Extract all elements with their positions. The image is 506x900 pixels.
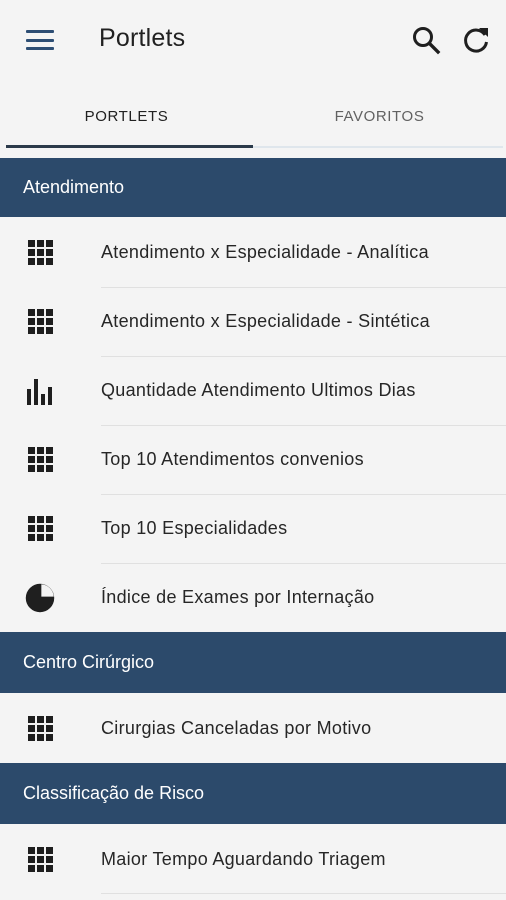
grid-icon bbox=[24, 844, 56, 876]
list-item[interactable]: Top 10 Atendimentos convenios bbox=[0, 425, 506, 494]
section-header-centro-cirurgico: Centro Cirúrgico bbox=[0, 632, 506, 693]
refresh-icon[interactable] bbox=[460, 24, 492, 56]
page-title: Portlets bbox=[99, 24, 186, 52]
pie-chart-icon bbox=[24, 582, 56, 614]
list-item[interactable]: Atendimento x Especialidade - Sintética bbox=[0, 287, 506, 356]
grid-icon bbox=[24, 713, 56, 745]
tab-divider bbox=[253, 146, 503, 148]
tab-bar: PORTLETS FAVORITOS bbox=[0, 82, 506, 150]
search-icon[interactable] bbox=[410, 24, 442, 56]
tab-portlets[interactable]: PORTLETS bbox=[0, 82, 253, 150]
list-item[interactable]: Top 10 Especialidades bbox=[0, 494, 506, 563]
list-item-label: Cirurgias Canceladas por Motivo bbox=[101, 718, 372, 738]
tab-favoritos[interactable]: FAVORITOS bbox=[253, 82, 506, 150]
list-item[interactable]: Atendimento x Especialidade - Analítica bbox=[0, 218, 506, 287]
grid-icon bbox=[24, 237, 56, 269]
section-header-atendimento: Atendimento bbox=[0, 158, 506, 217]
list-item[interactable]: Maior Tempo Aguardando Triagem bbox=[0, 825, 506, 894]
bar-chart-icon bbox=[24, 375, 56, 407]
app-bar: Portlets bbox=[0, 0, 506, 82]
grid-icon bbox=[24, 444, 56, 476]
list-item[interactable]: Quantidade Atendimento Ultimos Dias bbox=[0, 356, 506, 425]
list-item-label: Top 10 Atendimentos convenios bbox=[101, 449, 364, 469]
list-item-label: Top 10 Especialidades bbox=[101, 518, 288, 538]
active-tab-indicator bbox=[6, 145, 253, 148]
list-item[interactable]: Cirurgias Canceladas por Motivo bbox=[0, 694, 506, 763]
list-item-label: Quantidade Atendimento Ultimos Dias bbox=[101, 380, 416, 400]
section-header-classificacao-de-risco: Classificação de Risco bbox=[0, 763, 506, 824]
menu-icon[interactable] bbox=[26, 30, 54, 50]
list-item-label: Maior Tempo Aguardando Triagem bbox=[101, 849, 386, 869]
list-item-label: Atendimento x Especialidade - Analítica bbox=[101, 242, 429, 262]
grid-icon bbox=[24, 513, 56, 545]
list-item-label: Índice de Exames por Internação bbox=[101, 587, 375, 607]
list-item[interactable]: Índice de Exames por Internação bbox=[0, 563, 506, 632]
list-item-label: Atendimento x Especialidade - Sintética bbox=[101, 311, 430, 331]
grid-icon bbox=[24, 306, 56, 338]
divider bbox=[101, 893, 506, 894]
